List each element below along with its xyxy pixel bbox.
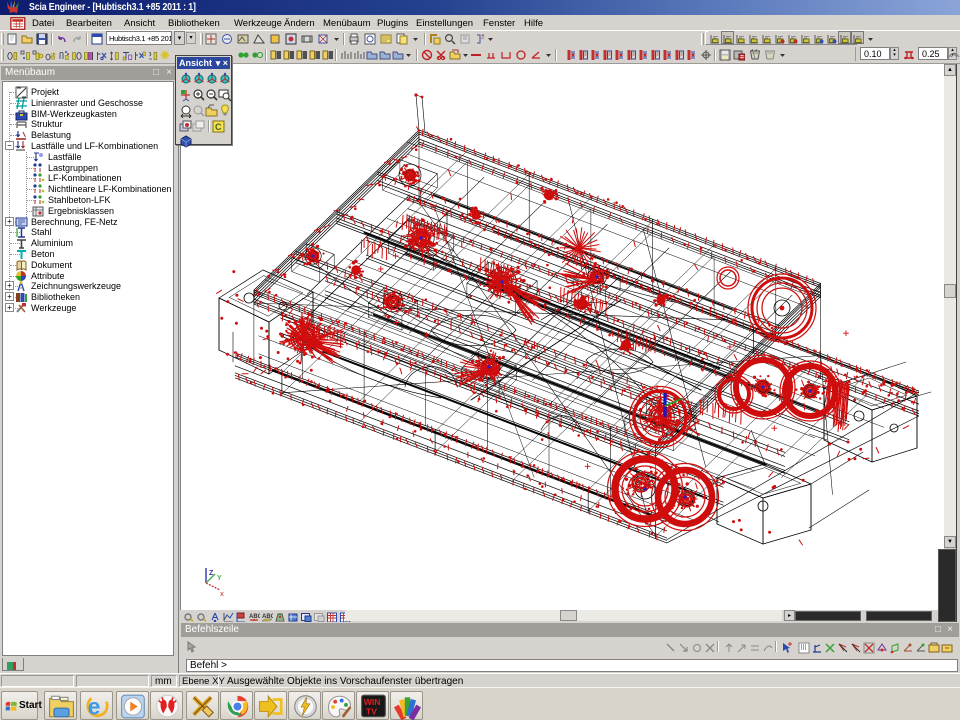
svg-text:Z: Z xyxy=(209,570,214,577)
svg-text:ABC: ABC xyxy=(249,614,260,620)
svg-text:Y: Y xyxy=(217,575,222,582)
svg-text:x: x xyxy=(220,591,224,598)
svg-text:C: C xyxy=(215,122,222,132)
svg-text:TV: TV xyxy=(366,707,377,717)
svg-text:e: e xyxy=(88,694,101,720)
svg-text:WIN: WIN xyxy=(364,697,381,707)
svg-text:3: 3 xyxy=(481,35,484,41)
